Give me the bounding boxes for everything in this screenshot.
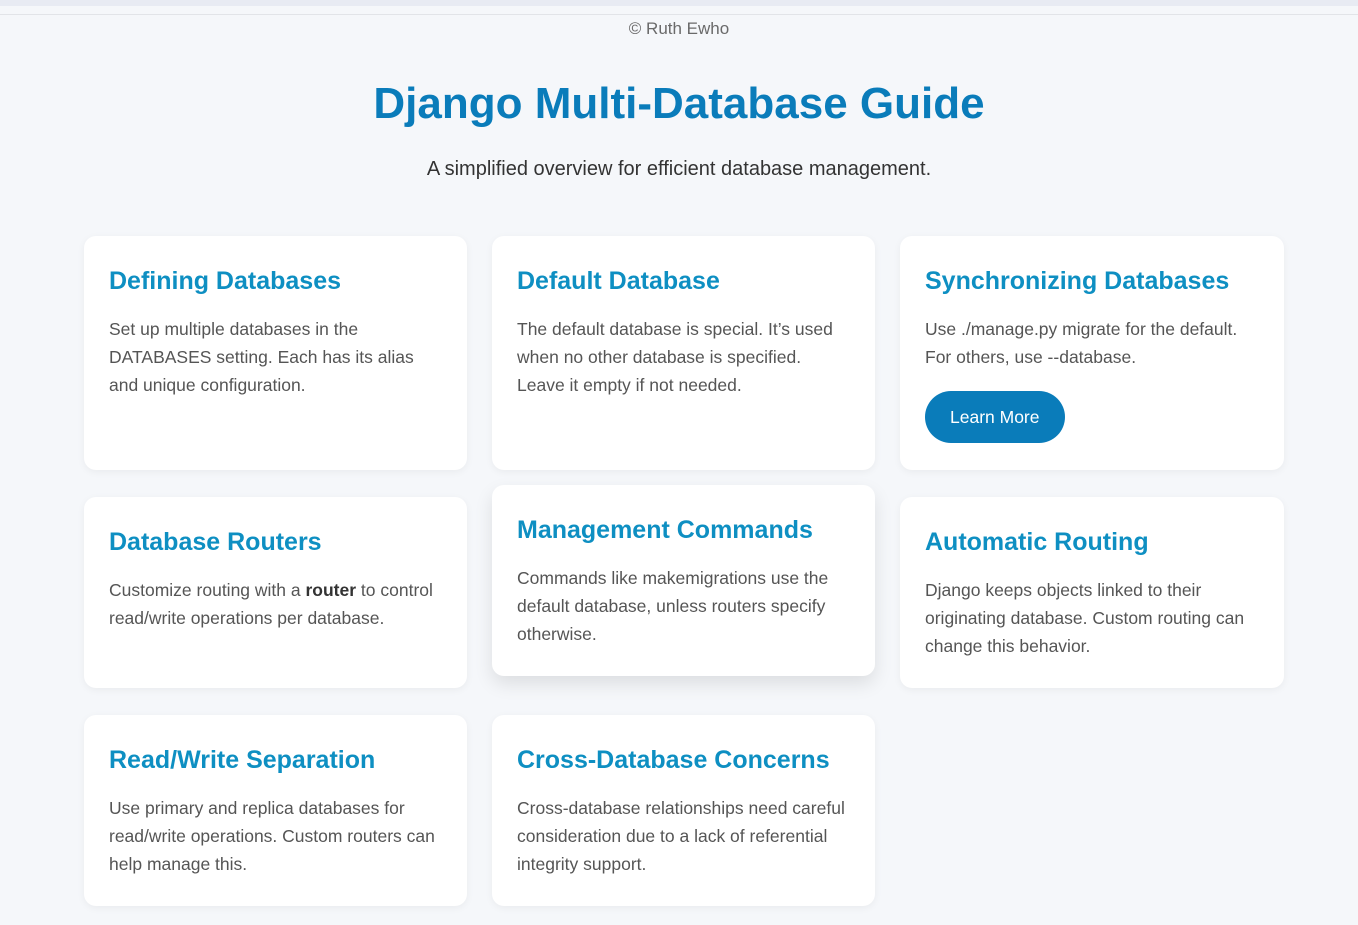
- card-title: Cross-Database Concerns: [517, 746, 830, 774]
- card-body: Django keeps objects linked to their ori…: [925, 580, 1245, 656]
- card-default-database: Default Database The default database is…: [492, 236, 875, 470]
- card-synchronizing-databases: Synchronizing Databases Use ./manage.py …: [900, 236, 1284, 470]
- card-body: Use ./manage.py migrate for the default.…: [925, 319, 1238, 367]
- top-divider: [0, 14, 1358, 15]
- top-bar: [0, 0, 1358, 6]
- card-title: Read/Write Separation: [109, 746, 376, 774]
- card-body-text: Customize routing with a: [109, 580, 306, 600]
- card-defining-databases: Defining Databases Set up multiple datab…: [84, 236, 467, 470]
- copyright-text: © Ruth Ewho: [628, 19, 730, 38]
- card-body: The default database is special. It’s us…: [517, 319, 833, 395]
- card-cross-database-concerns: Cross-Database Concerns Cross-database r…: [492, 715, 875, 906]
- card-body: Customize routing with a router to contr…: [109, 576, 442, 632]
- learn-more-button[interactable]: Learn More: [925, 391, 1065, 443]
- card-title: Default Database: [517, 267, 720, 295]
- card-automatic-routing: Automatic Routing Django keeps objects l…: [900, 497, 1284, 688]
- page-title: Django Multi-Database Guide: [373, 79, 985, 128]
- card-database-routers: Database Routers Customize routing with …: [84, 497, 467, 688]
- card-title: Defining Databases: [109, 267, 342, 295]
- card-title: Automatic Routing: [925, 528, 1149, 556]
- router-keyword: router: [305, 580, 357, 600]
- card-title: Synchronizing Databases: [925, 267, 1230, 295]
- card-management-commands: Management Commands Commands like makemi…: [492, 485, 875, 676]
- card-body: Commands like makemigrations use the def…: [517, 568, 829, 644]
- card-read-write-separation: Read/Write Separation Use primary and re…: [84, 715, 467, 906]
- card-body: Set up multiple databases in the DATABAS…: [109, 319, 414, 395]
- page-subtitle: A simplified overview for efficient data…: [426, 158, 932, 180]
- card-body: Use primary and replica databases for re…: [109, 798, 435, 874]
- card-title: Database Routers: [109, 528, 322, 556]
- card-body: Cross-database relationships need carefu…: [517, 798, 845, 874]
- card-title: Management Commands: [517, 516, 813, 544]
